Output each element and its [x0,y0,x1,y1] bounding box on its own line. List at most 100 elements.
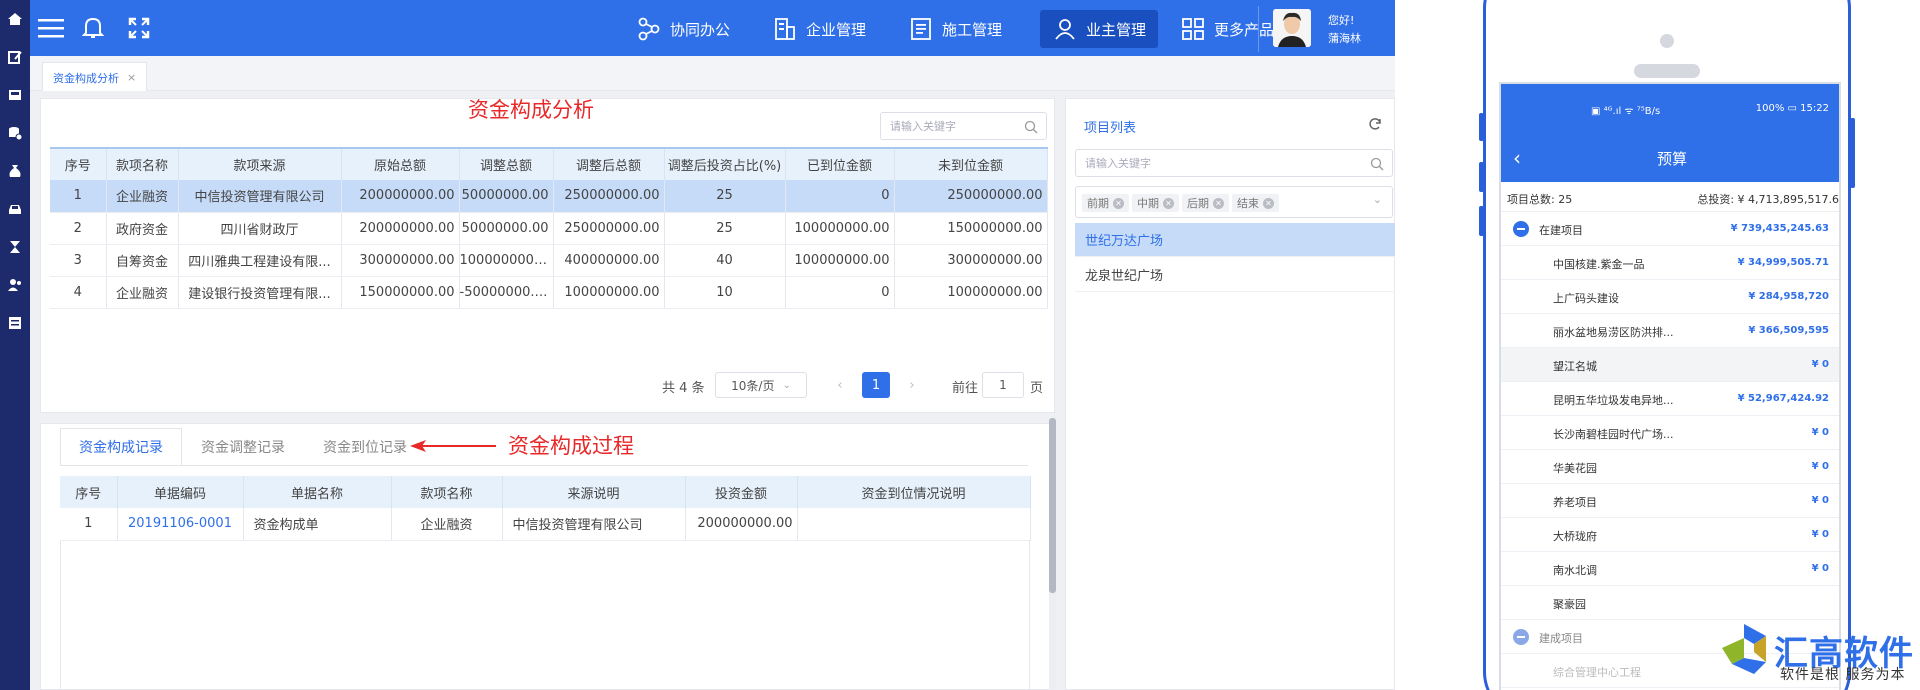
chevron-down-icon: ⌄ [782,379,791,391]
column-header[interactable]: 单据名称 [243,476,392,508]
phone-side-button [1479,113,1484,141]
goto-page-input[interactable]: 1 [982,372,1024,398]
list-item[interactable]: 望江名城 ¥ 0 [1501,348,1839,382]
inbox-icon[interactable] [6,86,24,104]
item-name: 昆明五华垃圾发电异地... [1553,394,1674,407]
nav-collaboration[interactable]: 协同办公 [624,10,742,48]
back-icon[interactable]: ‹ [1513,146,1521,170]
table-row[interactable]: 3 自筹资金 四川雅典工程建设有限... 300000000.00 100000… [50,244,1048,277]
table-cell: 资金构成单 [243,508,392,541]
column-header[interactable]: 款项名称 [106,147,179,180]
edit-icon[interactable] [6,48,24,66]
nav-label: 企业管理 [806,20,867,39]
table-cell: 50000000.00 [459,180,554,213]
table-cell: 250000000.00 [553,180,665,213]
column-header[interactable]: 原始总额 [341,147,460,180]
car-icon[interactable] [6,200,24,218]
list-item[interactable]: 上广码头建设 ¥ 284,958,720 [1501,280,1839,314]
nav-owner-management[interactable]: 业主管理 [1040,10,1159,48]
table-row[interactable]: 1 20191106-0001 资金构成单 企业融资 中信投资管理有限公司 20… [60,508,1031,541]
table-cell: 中信投资管理有限公司 [178,180,342,213]
hamburger-menu-icon[interactable] [36,13,66,43]
home-icon[interactable] [6,10,24,28]
table-cell: 企业融资 [391,508,503,541]
table-row[interactable]: 1 企业融资 中信投资管理有限公司 200000000.00 50000000.… [50,180,1048,213]
building-icon [772,16,798,42]
column-header[interactable]: 来源说明 [502,476,686,508]
column-header[interactable]: 调整总额 [459,147,554,180]
column-header[interactable]: 调整后投资占比(%) [664,147,786,180]
close-icon[interactable]: × [127,71,136,84]
nav-more-products[interactable]: 更多产品 [1168,10,1286,48]
column-header[interactable]: 序号 [60,476,118,508]
prev-page-button[interactable]: ‹ [826,372,854,398]
tab-adjustment-records[interactable]: 资金调整记录 [182,428,304,466]
tab-funding-analysis[interactable]: 资金构成分析 × [42,62,148,92]
column-header[interactable]: 款项来源 [178,147,342,180]
money-bag-icon[interactable] [6,162,24,180]
database-icon[interactable] [6,124,24,142]
item-name: 养老项目 [1553,496,1597,509]
refresh-icon[interactable] [1367,116,1383,132]
project-item[interactable]: 龙泉世纪广场 [1075,258,1395,292]
list-item[interactable]: 长沙南碧桂园时代广场... ¥ 0 [1501,416,1839,450]
group-header-in-progress[interactable]: 在建项目 ¥ 739,435,245.63 [1501,212,1839,246]
list-item[interactable]: 丽水盆地易涝区防洪排... ¥ 366,509,595 [1501,314,1839,348]
list-item[interactable]: 大桥珑府 ¥ 0 [1501,518,1839,552]
table-row[interactable]: 2 政府资金 四川省财政厅 200000000.00 50000000.00 2… [50,212,1048,245]
column-header[interactable]: 已到位金额 [785,147,895,180]
phone-camera [1660,34,1674,48]
list-item[interactable]: 昆明五华垃圾发电异地... ¥ 52,967,424.92 [1501,382,1839,416]
list-icon[interactable] [6,314,24,332]
column-header[interactable]: 序号 [50,147,107,180]
page-size-select[interactable]: 10条/页 ⌄ [715,372,807,398]
list-item[interactable]: 南水北调 ¥ 0 [1501,552,1839,586]
list-item[interactable]: 聚豪园 [1501,586,1839,620]
collapse-icon[interactable] [1513,221,1529,237]
item-amount: ¥ 0 [1811,359,1829,370]
avatar[interactable] [1273,9,1311,47]
status-left: ▣ ⁴ᴳ.ıl ᯤ ⁷⁵B/s [1591,106,1661,117]
column-header[interactable]: 资金到位情况说明 [797,476,1031,508]
next-page-button[interactable]: › [898,372,926,398]
column-header[interactable]: 调整后总额 [553,147,665,180]
close-icon[interactable]: ✕ [1113,197,1124,209]
table-cell: 300000000.00 [894,244,1048,277]
greeting-text: 您好! [1328,14,1355,27]
tag-label: 结束 [1237,197,1259,210]
column-header[interactable]: 单据编码 [117,476,244,508]
page-1-button[interactable]: 1 [862,372,890,398]
phone-speaker [1634,64,1700,78]
column-header[interactable]: 投资金额 [685,476,798,508]
tab-funding-records[interactable]: 资金构成记录 [60,428,182,466]
close-icon[interactable]: ✕ [1263,197,1274,209]
funding-search-input[interactable]: 请输入关键字 [880,112,1047,140]
nav-construction[interactable]: 施工管理 [896,10,1014,48]
hourglass-icon[interactable] [6,238,24,256]
left-sidebar [0,0,30,690]
users-icon[interactable] [6,276,24,294]
list-item[interactable]: 华美花园 ¥ 0 [1501,450,1839,484]
table-row[interactable]: 4 企业融资 建设银行投资管理有限... 150000000.00 -50000… [50,276,1048,309]
collapse-icon[interactable] [1513,629,1529,645]
fullscreen-icon[interactable] [124,13,154,43]
list-item[interactable]: 中国核建.紫金一品 ¥ 34,999,505.71 [1501,246,1839,280]
table-cell: 建设银行投资管理有限... [178,276,342,309]
item-name: 丽水盆地易涝区防洪排... [1553,326,1674,339]
close-icon[interactable]: ✕ [1213,197,1224,209]
column-header[interactable]: 款项名称 [391,476,503,508]
column-header[interactable]: 未到位金额 [894,147,1048,180]
project-search-input[interactable]: 请输入关键字 [1075,149,1393,177]
table-cell: 2 [50,212,107,245]
scrollbar-thumb[interactable] [1049,418,1056,593]
nav-enterprise[interactable]: 企业管理 [760,10,878,48]
bell-icon[interactable] [78,13,108,43]
status-filter-select[interactable]: 前期 ✕ 中期 ✕ 后期 ✕ 结束 ✕ ⌄ [1075,186,1393,218]
project-item[interactable]: 世纪万达广场 [1075,223,1395,257]
table-header-row: 序号 款项名称 款项来源 原始总额 调整总额 调整后总额 调整后投资占比(%) … [50,147,1048,180]
list-item[interactable]: 养老项目 ¥ 0 [1501,484,1839,518]
document-code-link[interactable]: 20191106-0001 [117,508,244,541]
project-list-title: 项目列表 [1084,121,1137,136]
close-icon[interactable]: ✕ [1163,197,1174,209]
table-cell: -50000000.00 [459,276,554,309]
